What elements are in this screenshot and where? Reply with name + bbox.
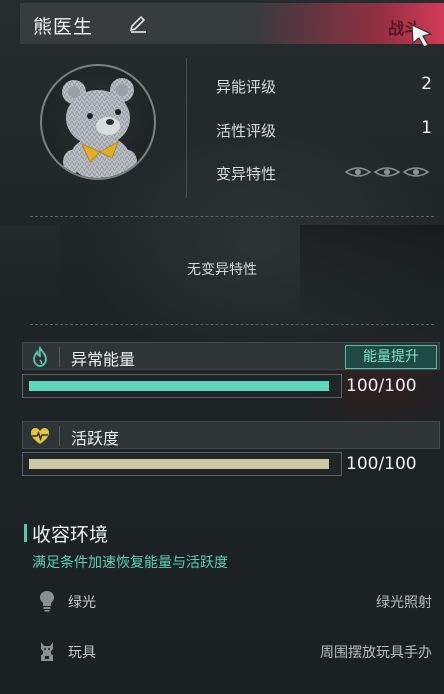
divider-dashed-top xyxy=(30,216,434,217)
lightbulb-icon xyxy=(40,591,54,612)
eye-icon-2 xyxy=(373,167,401,177)
energy-bar xyxy=(22,374,342,398)
activity-value: 100/100 xyxy=(346,454,417,474)
energy-header-separator xyxy=(59,347,60,367)
divider-dashed-bottom xyxy=(30,324,434,325)
ability-rating-label: 异能评级 xyxy=(216,78,277,96)
activity-bar-fill xyxy=(29,459,329,469)
env-row-label-green-light: 绿光 xyxy=(68,595,96,611)
activity-title: 活跃度 xyxy=(71,429,120,448)
containment-environment-subtitle: 满足条件加速恢复能量与活跃度 xyxy=(32,555,228,571)
knitted-bear-icon xyxy=(62,78,137,178)
character-avatar[interactable] xyxy=(40,64,156,180)
cursor-pointer-icon xyxy=(411,24,433,48)
toy-icon xyxy=(41,642,53,661)
character-name: 熊医生 xyxy=(33,16,94,38)
ability-rating-value: 2 xyxy=(421,74,432,94)
activity-header-separator xyxy=(59,426,60,446)
eye-icon-1 xyxy=(344,167,372,177)
env-row-value-green-light: 绿光照射 xyxy=(376,595,432,611)
energy-header: 异常能量 能量提升 xyxy=(22,342,440,370)
activity-rating-label: 活性评级 xyxy=(216,122,277,140)
energy-value: 100/100 xyxy=(346,376,417,396)
containment-environment-title: 收容环境 xyxy=(32,524,109,546)
character-header: 熊医生 战斗 xyxy=(20,3,444,44)
heartbeat-icon xyxy=(31,428,49,444)
flame-icon xyxy=(33,346,47,367)
energy-bar-fill xyxy=(29,381,329,391)
env-row-value-toy: 周围摆放玩具手办 xyxy=(320,645,432,661)
section-marker xyxy=(24,524,27,542)
energy-boost-button[interactable]: 能量提升 xyxy=(345,345,437,369)
env-row-label-toy: 玩具 xyxy=(68,645,96,661)
activity-bar xyxy=(22,452,342,476)
divider-vertical xyxy=(186,58,187,198)
mutation-eye-icons xyxy=(344,167,430,177)
activity-rating-value: 1 xyxy=(421,118,432,138)
activity-header: 活跃度 xyxy=(22,421,440,449)
mutation-trait-label: 变异特性 xyxy=(216,165,277,183)
no-mutation-text: 无变异特性 xyxy=(187,262,257,278)
energy-title: 异常能量 xyxy=(71,350,136,369)
pencil-edit-icon[interactable] xyxy=(128,14,148,34)
eye-icon-3 xyxy=(402,167,430,177)
